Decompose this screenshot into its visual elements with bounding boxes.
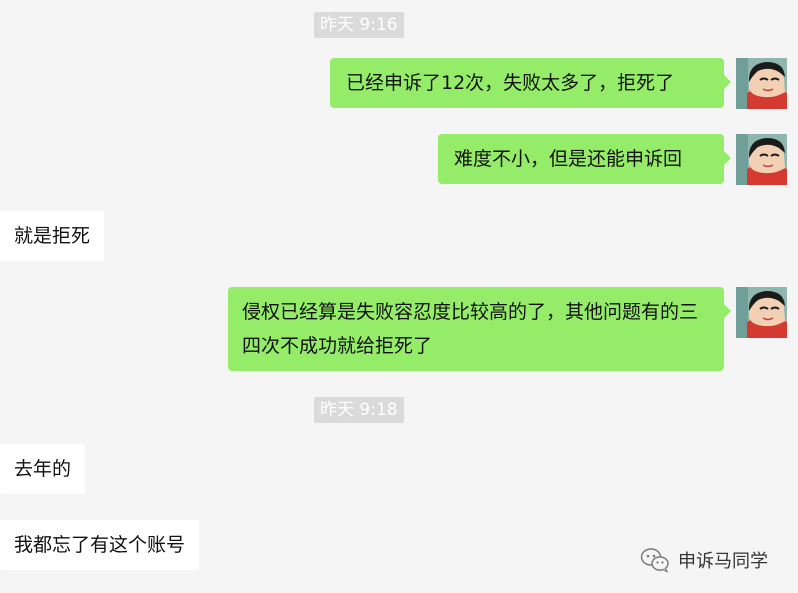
watermark-text: 申诉马同学: [678, 551, 768, 572]
timestamp: 昨天 9:18: [314, 397, 404, 423]
message-bubble-received[interactable]: 就是拒死: [0, 211, 105, 261]
message-bubble-received[interactable]: 去年的: [0, 444, 86, 494]
message-bubble-sent[interactable]: 难度不小，但是还能申诉回: [438, 134, 731, 184]
watermark: 申诉马同学: [640, 543, 768, 577]
avatar[interactable]: [736, 287, 787, 338]
message-bubble-received[interactable]: 我都忘了有这个账号: [0, 520, 200, 570]
message-bubble-sent[interactable]: 侵权已经算是失败容忍度比较高的了，其他问题有的三四次不成功就给拒死了: [228, 287, 731, 371]
avatar[interactable]: [736, 58, 787, 109]
avatar[interactable]: [736, 134, 787, 185]
wechat-official-account-icon: [640, 548, 669, 573]
message-bubble-sent[interactable]: 已经申诉了12次，失败太多了，拒死了: [330, 58, 731, 108]
timestamp: 昨天 9:16: [314, 12, 404, 38]
